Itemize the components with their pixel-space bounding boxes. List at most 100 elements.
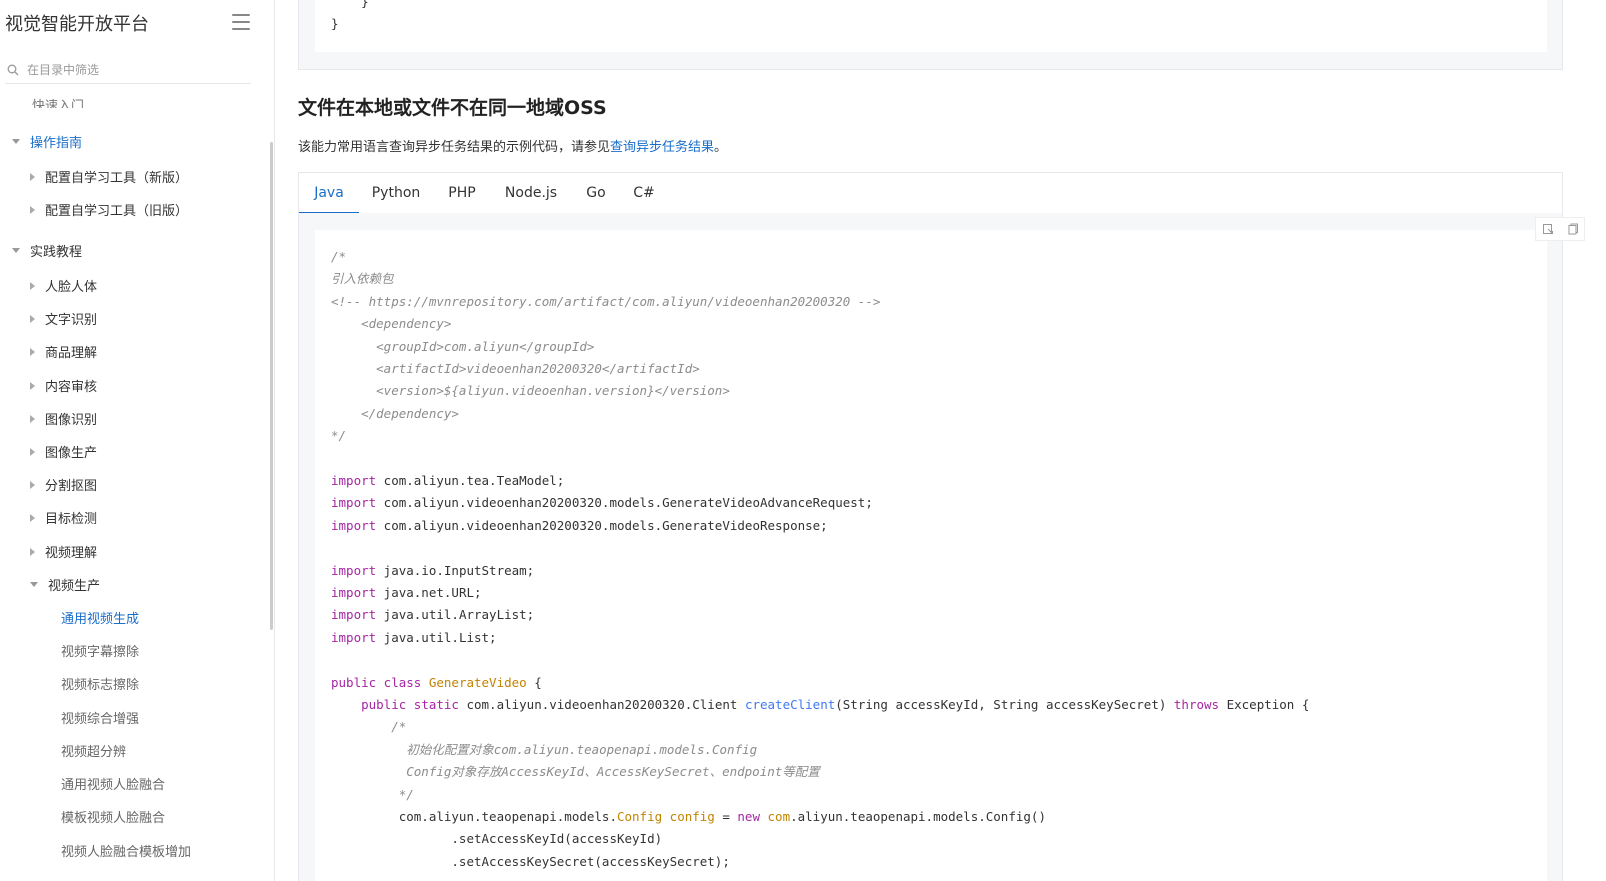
sidebar-item-label: 视频理解 xyxy=(45,546,98,561)
sidebar-item-label: 内容审核 xyxy=(45,380,98,395)
code-line: com.aliyun.teaopenapi.models.Config conf… xyxy=(331,809,1046,824)
caret-right-icon[interactable] xyxy=(30,414,35,423)
caret-right-icon[interactable] xyxy=(30,281,35,290)
code-line: </dependency> xyxy=(331,405,459,421)
caret-right-icon[interactable] xyxy=(30,172,35,181)
sidebar: 视觉智能开放平台 快速入门 操作指南配置自学习工具（新版） 配置自学习工具（旧版）… xyxy=(0,0,275,881)
sidebar-item-label: 视频字幕擦除 xyxy=(61,645,140,660)
sidebar-item-label: 配置自学习工具（旧版） xyxy=(45,204,189,219)
code-line: public static com.aliyun.videoenhan20200… xyxy=(361,697,1310,712)
sidebar-scrollbar[interactable] xyxy=(270,142,273,630)
sidebar-item[interactable]: 图像识别 xyxy=(30,409,97,428)
sidebar-item-label: 分割抠图 xyxy=(45,479,98,494)
sidebar-item[interactable]: 模板视频人脸融合 xyxy=(61,807,165,826)
sidebar-item-label: 商品理解 xyxy=(45,346,98,361)
sidebar-item[interactable]: 实践教程 xyxy=(12,241,82,260)
search-icon xyxy=(7,64,19,75)
tab-python[interactable]: Python xyxy=(361,173,431,214)
code-line: import com.aliyun.videoenhan20200320.mod… xyxy=(331,495,873,511)
code-line: <version>${aliyun.videoenhan.version}</v… xyxy=(331,383,730,399)
code-block: /* 引入依赖包 <!-- https://mvnrepository.com/ar… xyxy=(298,213,1585,881)
sidebar-item[interactable]: 人脸人体 xyxy=(30,276,97,295)
code-line: Config对象存放AccessKeyId、AccessKeySecret、en… xyxy=(331,764,820,780)
menu-toggle-icon[interactable] xyxy=(232,14,250,30)
code-line: <!-- https://mvnrepository.com/artifact/… xyxy=(331,293,881,309)
sidebar-item[interactable]: 视频综合增强 xyxy=(61,708,139,727)
code-line: <artifactId>videoenhan20200320</artifact… xyxy=(331,361,700,376)
tab-c[interactable]: C# xyxy=(621,173,667,214)
caret-right-icon[interactable] xyxy=(30,513,35,522)
code-line: import java.util.List; xyxy=(331,629,497,645)
copy-icon[interactable] xyxy=(1566,223,1578,235)
sidebar-item[interactable]: 视频字幕擦除 xyxy=(61,641,139,660)
sidebar-item-label: 图像生产 xyxy=(45,446,98,461)
caret-down-icon[interactable] xyxy=(12,248,20,253)
main-content: } } 文件在本地或文件不在同一地域OSS 该能力常用语言查询异步任务结果的示例… xyxy=(276,0,1606,881)
code-line: /* xyxy=(331,249,347,264)
query-async-task-link[interactable]: 查询异步任务结果 xyxy=(610,140,714,155)
sidebar-item[interactable]: 目标检测 xyxy=(30,508,97,527)
sidebar-item-label: 图像识别 xyxy=(45,413,98,428)
previous-code-block: } } xyxy=(298,0,1563,70)
code-line: } xyxy=(331,16,339,31)
code-line: 引入依赖包 xyxy=(331,271,394,287)
sidebar-item[interactable]: 配置自学习工具（旧版） xyxy=(30,200,188,219)
code-line: .setAccessKeySecret(accessKeySecret); xyxy=(331,853,730,869)
sidebar-item-label: 视频生产 xyxy=(48,579,101,594)
sidebar-item-label: 通用视频人脸融合 xyxy=(61,778,166,793)
caret-right-icon[interactable] xyxy=(30,381,35,390)
sidebar-item[interactable]: 视频生产 xyxy=(30,575,100,594)
code-line: } xyxy=(331,0,369,9)
expand-icon[interactable] xyxy=(1542,223,1554,235)
sidebar-item[interactable]: 配置自学习工具（新版） xyxy=(30,167,188,186)
caret-right-icon[interactable] xyxy=(30,205,35,214)
sidebar-item-label: 模板视频人脸融合 xyxy=(61,811,166,826)
sidebar-item-label: 视频人脸融合模板增加 xyxy=(61,845,192,860)
sidebar-item[interactable]: 分割抠图 xyxy=(30,475,97,494)
caret-right-icon[interactable] xyxy=(30,447,35,456)
sidebar-item-label: 目标检测 xyxy=(45,512,98,527)
sidebar-item-label: 人脸人体 xyxy=(45,280,98,295)
sidebar-item-clipped[interactable]: 快速入门 xyxy=(32,88,84,108)
sidebar-item-label: 操作指南 xyxy=(30,136,83,151)
code-line: public class GenerateVideo { xyxy=(331,674,542,690)
caret-right-icon[interactable] xyxy=(30,547,35,556)
sidebar-item[interactable]: 视频人脸融合模板增加 xyxy=(61,841,191,860)
sidebar-item[interactable]: 商品理解 xyxy=(30,342,97,361)
code-content: /* 引入依赖包 <!-- https://mvnrepository.com/ar… xyxy=(315,230,1547,881)
sidebar-item-label: 配置自学习工具（新版） xyxy=(45,171,189,186)
caret-down-icon[interactable] xyxy=(30,582,38,587)
caret-right-icon[interactable] xyxy=(30,314,35,323)
sidebar-item[interactable]: 图像生产 xyxy=(30,442,97,461)
sidebar-item-label: 视频超分辨 xyxy=(61,745,127,760)
sidebar-item-label: 视频综合增强 xyxy=(61,712,140,727)
sidebar-item[interactable]: 视频超分辨 xyxy=(61,741,126,760)
sidebar-item[interactable]: 通用视频人脸融合 xyxy=(61,774,165,793)
tab-nodejs[interactable]: Node.js xyxy=(491,173,571,214)
section-heading: 文件在本地或文件不在同一地域OSS xyxy=(298,97,607,119)
caret-right-icon[interactable] xyxy=(30,347,35,356)
tab-php[interactable]: PHP xyxy=(433,173,491,214)
code-line: 初始化配置对象com.aliyun.teaopenapi.models.Conf… xyxy=(331,741,758,757)
code-line: import java.net.URL; xyxy=(331,585,482,600)
sidebar-item[interactable]: 操作指南 xyxy=(12,132,82,151)
code-line: <dependency> xyxy=(331,316,452,332)
code-line: import java.io.InputStream; xyxy=(331,562,535,578)
sidebar-item[interactable]: 通用视频生成 xyxy=(61,608,139,627)
caret-down-icon[interactable] xyxy=(12,139,20,144)
code-line: import com.aliyun.tea.TeaModel; xyxy=(331,473,565,488)
tab-go[interactable]: Go xyxy=(571,173,621,214)
sidebar-item[interactable]: 视频理解 xyxy=(30,542,97,561)
catalog-filter xyxy=(5,56,251,84)
code-line: <groupId>com.aliyun</groupId> xyxy=(331,338,595,354)
sidebar-item[interactable]: 视频标志擦除 xyxy=(61,674,139,693)
tab-java[interactable]: Java xyxy=(299,173,359,214)
sidebar-item-label: 文字识别 xyxy=(45,313,98,328)
code-line: import com.aliyun.videoenhan20200320.mod… xyxy=(331,517,828,533)
caret-right-icon[interactable] xyxy=(30,480,35,489)
brand-title: 视觉智能开放平台 xyxy=(5,14,149,35)
catalog-filter-input[interactable] xyxy=(27,62,247,77)
sidebar-item[interactable]: 内容审核 xyxy=(30,376,97,395)
sidebar-item[interactable]: 文字识别 xyxy=(30,309,97,328)
code-line: .setAccessKeyId(accessKeyId) xyxy=(331,831,663,847)
